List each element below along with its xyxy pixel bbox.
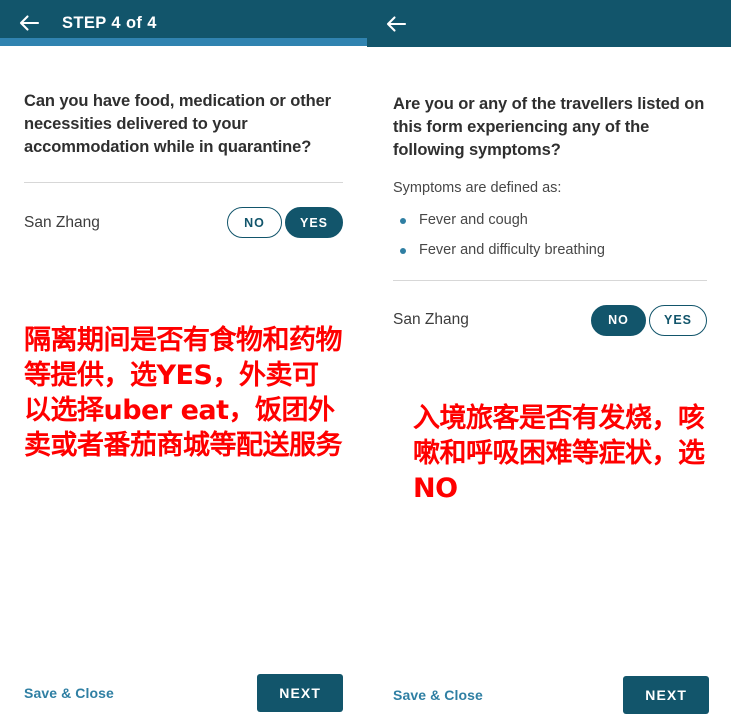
step-title: STEP 4 of 4 <box>62 13 157 32</box>
traveller-name: San Zhang <box>24 213 100 231</box>
right-footer: Save & Close NEXT <box>367 676 731 714</box>
next-button[interactable]: NEXT <box>623 676 709 714</box>
right-question-text: Are you or any of the travellers listed … <box>393 95 705 159</box>
right-answer-row: San Zhang NO YES <box>393 304 707 336</box>
left-question-text: Can you have food, medication or other n… <box>24 92 331 156</box>
left-no-button[interactable]: NO <box>226 207 282 239</box>
save-and-close-link[interactable]: Save & Close <box>24 685 114 701</box>
left-divider <box>24 182 343 184</box>
right-panel-content: Are you or any of the travellers listed … <box>367 93 731 506</box>
arrow-left-icon[interactable] <box>383 11 409 37</box>
symptom-list-item: Fever and cough <box>393 211 707 231</box>
right-screen-panel: Are you or any of the travellers listed … <box>367 0 731 724</box>
right-divider <box>393 279 707 281</box>
left-yes-no-toggle: NO YES <box>226 207 343 239</box>
left-footer: Save & Close NEXT <box>0 674 367 712</box>
next-button[interactable]: NEXT <box>257 674 343 712</box>
left-yes-button[interactable]: YES <box>284 207 343 239</box>
arrow-left-icon[interactable] <box>16 10 42 36</box>
left-panel-content: Can you have food, medication or other n… <box>0 90 367 464</box>
screenshot-root: STEP 4 of 4 Can you have food, medicatio… <box>0 0 731 724</box>
step-progress-bar <box>0 38 367 46</box>
right-yes-no-toggle: NO YES <box>590 304 707 336</box>
left-answer-row: San Zhang NO YES <box>24 207 343 239</box>
symptoms-list: Fever and cough Fever and difficulty bre… <box>393 211 707 261</box>
symptom-list-item: Fever and difficulty breathing <box>393 241 707 261</box>
save-and-close-link[interactable]: Save & Close <box>393 687 483 703</box>
symptoms-definition-label: Symptoms are defined as: <box>393 180 562 197</box>
left-app-header: STEP 4 of 4 <box>0 0 367 46</box>
left-screen-panel: STEP 4 of 4 Can you have food, medicatio… <box>0 0 367 724</box>
right-red-annotation: 入境旅客是否有发烧，咳嗽和呼吸困难等症状，选NO <box>413 402 705 504</box>
right-no-button[interactable]: NO <box>590 304 646 336</box>
traveller-name: San Zhang <box>393 311 469 329</box>
step-progress-fill <box>0 38 367 46</box>
right-yes-button[interactable]: YES <box>648 304 707 336</box>
right-app-header <box>367 0 731 47</box>
left-red-annotation: 隔离期间是否有食物和药物等提供，选YES，外卖可以选择uber eat，饭团外卖… <box>24 325 343 461</box>
